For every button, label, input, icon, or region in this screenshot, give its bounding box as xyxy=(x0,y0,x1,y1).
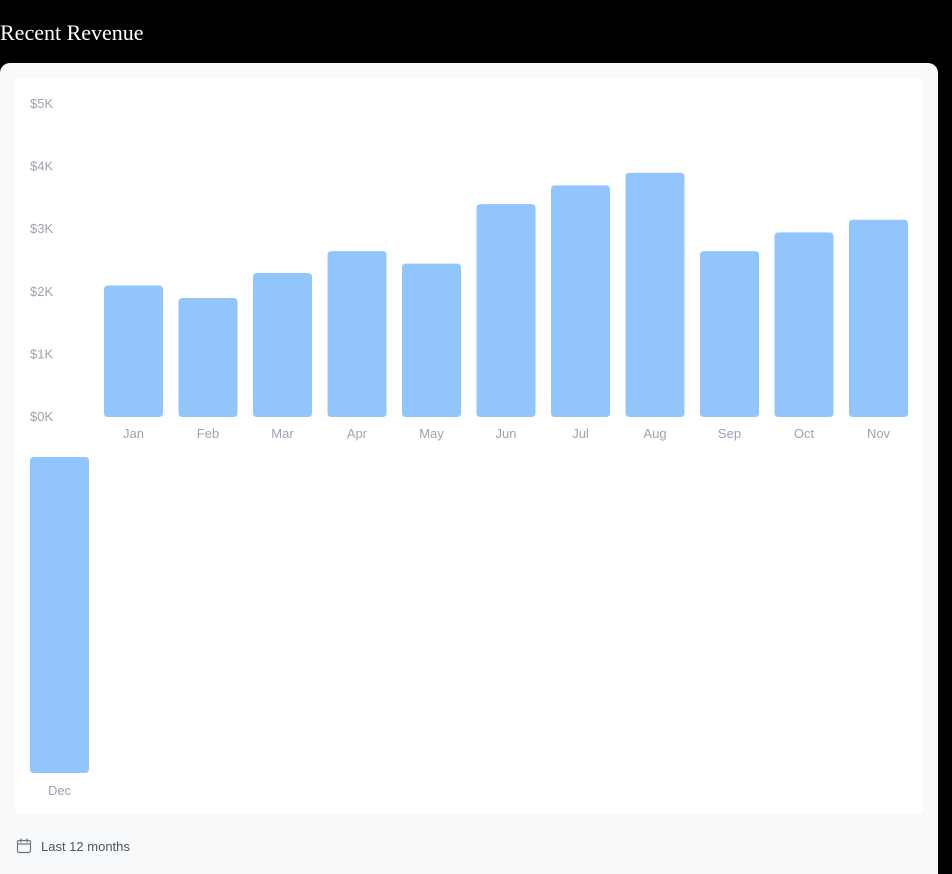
bar-mar xyxy=(253,273,312,417)
bar-jul xyxy=(551,185,610,417)
y-tick-label: $0K xyxy=(30,409,53,424)
bar-may xyxy=(402,263,461,417)
x-tick-label: Jul xyxy=(572,426,589,441)
y-tick-label: $5K xyxy=(30,96,53,111)
bar-sep xyxy=(700,251,759,417)
bar-feb xyxy=(178,298,238,417)
x-tick-label: Jun xyxy=(496,426,517,441)
bar-nov xyxy=(849,219,908,417)
x-tick-label: Sep xyxy=(718,426,741,441)
date-range-label: Last 12 months xyxy=(41,838,130,854)
revenue-chart: $0K $1K $2K $3K $4K $5K Jan Feb Mar Apr May Jun Jul A… xyxy=(15,78,923,814)
page-title: Recent Revenue xyxy=(0,20,144,45)
bar-jun xyxy=(476,204,536,417)
bar-jan xyxy=(104,285,163,417)
bar-oct xyxy=(774,232,834,417)
y-tick-label: $4K xyxy=(30,159,53,174)
y-tick-label: $3K xyxy=(30,221,53,236)
x-tick-label: Jan xyxy=(123,426,144,441)
x-tick-label: Nov xyxy=(867,426,891,441)
bar-dec xyxy=(30,457,89,773)
chart-footer: Last 12 months xyxy=(16,837,130,855)
x-tick-label: Apr xyxy=(347,426,368,441)
bar-apr xyxy=(327,251,387,417)
y-tick-label: $2K xyxy=(30,284,53,299)
revenue-bar-chart: $0K $1K $2K $3K $4K $5K Jan Feb Mar Apr May Jun Jul A… xyxy=(30,96,908,798)
x-tick-label: Aug xyxy=(643,426,666,441)
revenue-card: $0K $1K $2K $3K $4K $5K Jan Feb Mar Apr May Jun Jul A… xyxy=(0,63,938,874)
x-tick-label: Mar xyxy=(271,426,294,441)
x-tick-label: Feb xyxy=(197,426,219,441)
y-tick-label: $1K xyxy=(30,346,53,361)
x-tick-label: Dec xyxy=(48,783,72,798)
x-tick-label: Oct xyxy=(794,426,815,441)
bar-aug xyxy=(625,172,685,417)
calendar-icon xyxy=(16,838,32,854)
x-tick-label: May xyxy=(419,426,444,441)
